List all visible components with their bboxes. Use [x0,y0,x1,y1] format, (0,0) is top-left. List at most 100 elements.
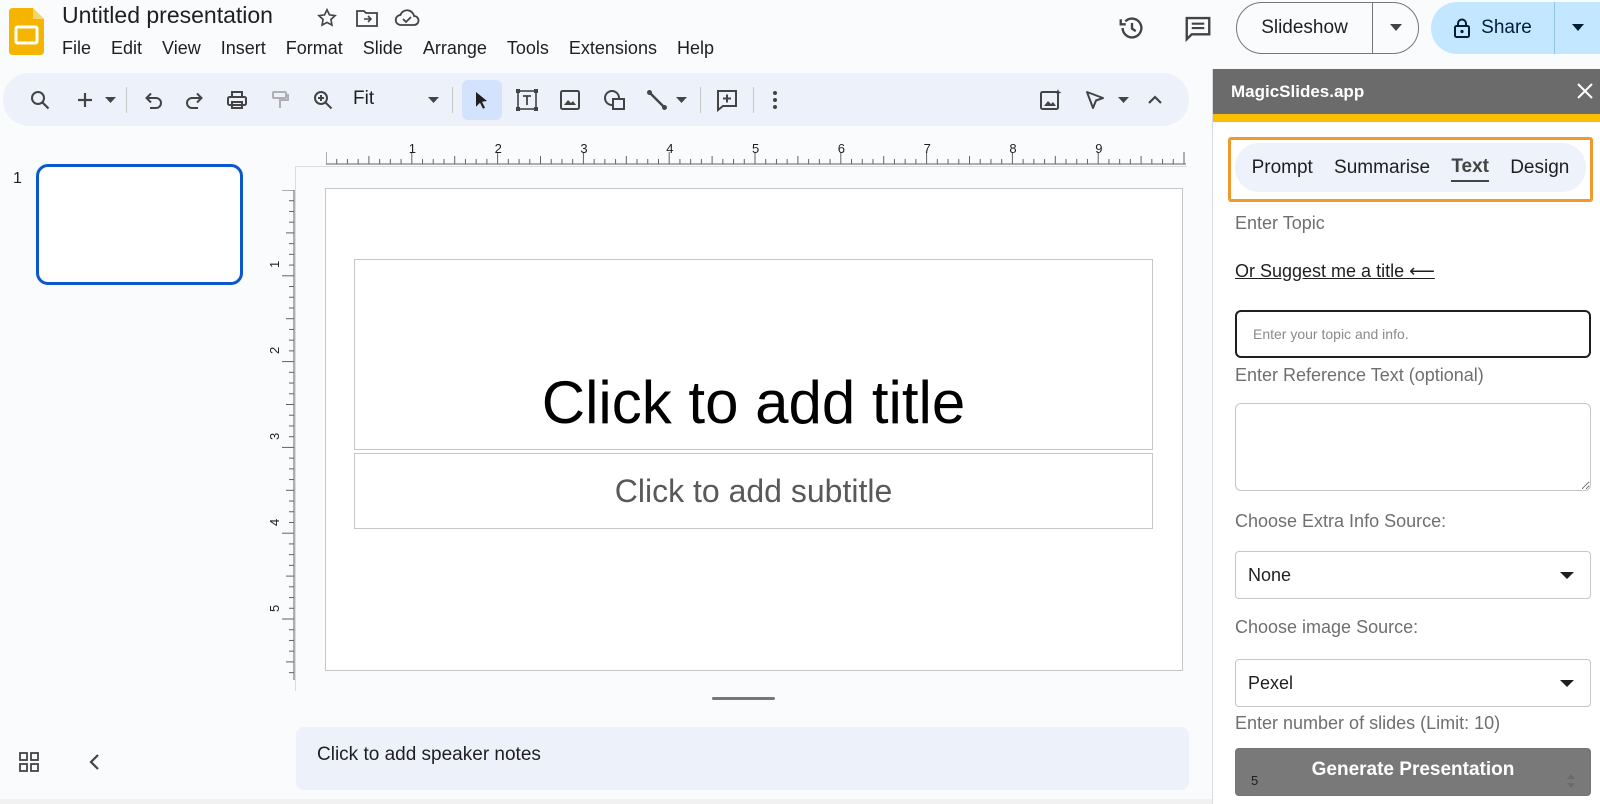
ruler-label: 5 [752,141,759,156]
close-icon[interactable] [1574,80,1596,102]
text-box-icon[interactable] [512,82,542,118]
cloud-saved-icon[interactable] [394,6,420,30]
main-toolbar: Fit [3,73,1189,126]
share-options-button[interactable] [1555,2,1600,54]
shape-icon[interactable] [600,82,630,118]
reference-text-field[interactable] [1235,403,1591,491]
image-source-value: Pexel [1248,672,1294,693]
slides-count-value: 5 [1251,773,1259,788]
subtitle-placeholder-box[interactable]: Click to add subtitle [354,453,1153,529]
chevron-down-icon [1560,571,1574,579]
notes-resize-handle[interactable] [712,697,775,700]
generate-presentation-button[interactable]: Generate Presentation [1235,748,1591,796]
image-icon[interactable] [555,82,585,118]
collapse-filmstrip-icon[interactable] [84,751,106,773]
slideshow-options-button[interactable] [1373,3,1418,53]
line-type-dropdown[interactable] [673,82,689,118]
title-placeholder-box[interactable]: Click to add title [354,259,1153,450]
slide-title-placeholder: Click to add title [541,369,966,436]
menu-view[interactable]: View [152,37,211,60]
extra-source-select[interactable]: None [1235,551,1591,599]
reference-text-label: Enter Reference Text (optional) [1235,365,1484,385]
zoom-value[interactable]: Fit [353,88,374,110]
chevron-down-icon [427,96,439,103]
search-icon[interactable] [25,82,55,118]
image-source-label: Choose image Source: [1235,617,1419,637]
slide-thumbnail[interactable] [36,164,243,285]
share-label: Share [1481,17,1532,38]
image-background-icon[interactable] [1036,82,1066,118]
chevron-down-icon [1571,24,1584,31]
lock-icon [1454,18,1471,38]
slides-logo-icon[interactable] [9,8,44,55]
menu-arrange[interactable]: Arrange [413,37,497,60]
tab-design[interactable]: Design [1510,155,1569,181]
zoom-icon[interactable] [309,82,337,118]
new-slide-layout-dropdown[interactable] [102,82,118,118]
pointer-mode-dropdown[interactable] [1115,82,1131,118]
chevron-down-icon [1117,96,1129,103]
menu-tools[interactable]: Tools [497,37,559,60]
pointer-mode-icon[interactable] [1081,82,1109,118]
star-icon[interactable] [314,6,340,30]
suggest-title-link[interactable]: Or Suggest me a title ⟵ [1235,261,1435,282]
menu-format[interactable]: Format [276,37,353,60]
zoom-dropdown[interactable] [425,82,441,118]
generate-presentation-label: Generate Presentation [1311,759,1515,780]
line-icon[interactable] [643,82,671,118]
slide-subtitle-placeholder: Click to add subtitle [614,472,893,509]
horizontal-ruler[interactable]: 1 2 3 4 5 6 7 8 9 [325,140,1186,166]
undo-icon[interactable] [139,82,167,118]
panel-accent-bar [1213,114,1600,122]
menu-edit[interactable]: Edit [101,37,152,60]
ruler-label: 1 [409,141,416,156]
speaker-notes[interactable]: Click to add speaker notes [296,727,1189,790]
menu-insert[interactable]: Insert [211,37,276,60]
chevron-down-icon [104,96,116,103]
share-button[interactable]: Share [1431,2,1555,54]
ruler-label: 9 [1095,141,1102,156]
topic-label: Enter Topic [1235,213,1325,233]
collapse-toolbar-icon[interactable] [1141,82,1169,118]
panel-header: MagicSlides.app [1213,69,1600,114]
ruler-label: 1 [270,261,282,268]
comment-icon[interactable] [712,82,742,118]
comments-icon[interactable] [1181,11,1215,45]
select-icon[interactable] [462,80,502,120]
app-header: Untitled presentation File Edit View Ins… [0,0,1600,68]
menu-file[interactable]: File [52,37,101,60]
slideshow-button[interactable]: Slideshow [1237,3,1373,53]
share-button-group: Share [1431,2,1600,54]
toolbar-divider [753,87,754,113]
tab-text[interactable]: Text [1451,154,1489,182]
menu-extensions[interactable]: Extensions [559,37,667,60]
more-icon[interactable] [765,82,785,118]
new-slide-icon[interactable] [71,82,99,118]
menu-help[interactable]: Help [667,37,724,60]
chevron-down-icon [675,96,687,103]
grid-view-icon[interactable] [18,751,40,773]
panel-tabs: Prompt Summarise Text Design [1235,143,1586,192]
vertical-ruler[interactable]: 1 2 3 4 5 [267,189,296,680]
ruler-label: 6 [838,141,845,156]
tab-prompt[interactable]: Prompt [1252,155,1313,181]
panel-title: MagicSlides.app [1231,81,1365,101]
version-history-icon[interactable] [1115,11,1149,45]
ruler-label: 8 [1009,141,1016,156]
document-title[interactable]: Untitled presentation [62,2,273,29]
extra-source-value: None [1248,564,1292,585]
move-to-folder-icon[interactable] [354,6,380,30]
tab-summarise[interactable]: Summarise [1334,155,1430,181]
image-source-select[interactable]: Pexel [1235,659,1591,707]
print-icon[interactable] [223,82,251,118]
menu-slide[interactable]: Slide [353,37,413,60]
chevron-down-icon [1389,24,1402,31]
redo-icon[interactable] [181,82,209,118]
ruler-label: 3 [270,433,282,440]
extra-source-label: Choose Extra Info Source: [1235,511,1447,531]
topic-input[interactable] [1235,310,1591,358]
toolbar-divider [452,87,453,113]
ruler-label: 5 [270,605,282,612]
ruler-label: 7 [924,141,931,156]
paint-format-icon[interactable] [266,82,294,118]
